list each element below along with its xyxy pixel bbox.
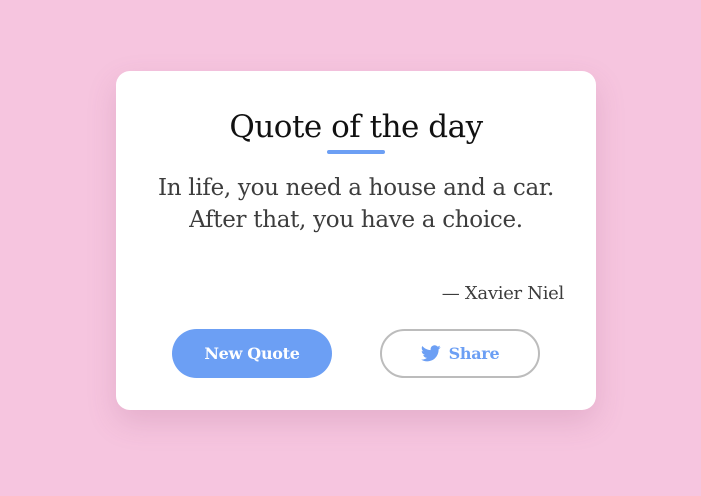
share-label: Share — [448, 344, 500, 363]
new-quote-label: New Quote — [204, 344, 300, 363]
twitter-icon — [420, 345, 441, 362]
share-button[interactable]: Share — [380, 329, 540, 378]
quote-line: In life, you need a house and a car. — [157, 175, 555, 201]
quote-text: In life, you need a house and a car. Aft… — [136, 172, 576, 236]
title-underline — [327, 150, 385, 154]
quote-card: Quote of the day In life, you need a hou… — [116, 71, 596, 410]
quote-line: After that, you have a choice. — [189, 207, 523, 233]
new-quote-button[interactable]: New Quote — [172, 329, 332, 378]
quote-author: — Xavier Niel — [441, 283, 565, 304]
card-title: Quote of the day — [229, 109, 483, 145]
